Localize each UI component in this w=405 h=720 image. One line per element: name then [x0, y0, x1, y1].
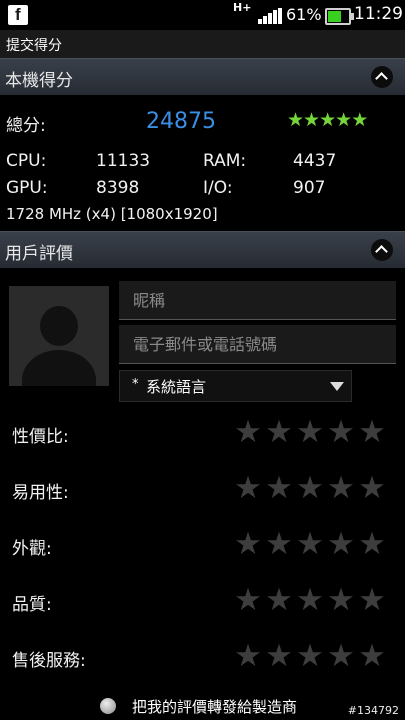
star-icon[interactable]: ★ — [263, 527, 294, 561]
battery-icon — [325, 8, 354, 25]
nickname-input[interactable] — [131, 285, 385, 315]
rating-label-value: 性價比: — [12, 427, 69, 447]
star-icon[interactable]: ★ — [232, 527, 263, 561]
star-icon: ★ — [287, 109, 304, 131]
star-icon[interactable]: ★ — [356, 639, 387, 673]
rating-label-quality: 品質: — [12, 595, 52, 615]
star-icon[interactable]: ★ — [294, 583, 325, 617]
star-icon[interactable]: ★ — [356, 471, 387, 505]
ram-label: RAM: — [203, 151, 247, 171]
rating-label-after-sales: 售後服務: — [12, 651, 86, 671]
signal-icon — [258, 8, 282, 24]
star-icon[interactable]: ★ — [294, 527, 325, 561]
gpu-label: GPU: — [6, 178, 48, 198]
ram-value: 4437 — [293, 151, 337, 171]
clock: 11:29 — [354, 4, 403, 24]
score-panel: 總分: 24875 ★★★★★ CPU: 11133 RAM: 4437 GPU… — [0, 95, 405, 231]
rating-after-sales[interactable]: ★ ★ ★ ★ ★ — [232, 639, 387, 673]
nickname-field[interactable] — [119, 281, 396, 320]
required-marker: * — [132, 377, 139, 392]
rating-appearance[interactable]: ★ ★ ★ ★ ★ — [232, 527, 387, 561]
star-icon: ★ — [351, 109, 368, 131]
gpu-value: 8398 — [96, 178, 140, 198]
status-bar: f H+ 61% 11:29 — [0, 0, 405, 30]
image-id-watermark: #134792 — [347, 704, 399, 717]
star-icon[interactable]: ★ — [263, 471, 294, 505]
contact-input[interactable] — [131, 329, 385, 359]
cpu-label: CPU: — [6, 151, 47, 171]
facebook-icon: f — [8, 5, 28, 25]
language-select[interactable]: * 系統語言 — [119, 370, 352, 402]
forward-radio[interactable] — [100, 698, 116, 714]
star-icon[interactable]: ★ — [263, 583, 294, 617]
star-icon[interactable]: ★ — [356, 415, 387, 449]
title-bar: 提交得分 — [0, 30, 405, 59]
total-score: 24875 — [146, 109, 216, 134]
star-icon[interactable]: ★ — [356, 583, 387, 617]
review-section-header[interactable]: 用戶評價 — [0, 231, 405, 269]
star-icon[interactable]: ★ — [232, 415, 263, 449]
star-icon[interactable]: ★ — [263, 639, 294, 673]
score-section-title: 本機得分 — [5, 71, 73, 91]
star-icon: ★ — [319, 109, 336, 131]
cpu-value: 11133 — [96, 151, 151, 171]
star-icon: ★ — [335, 109, 352, 131]
star-icon[interactable]: ★ — [232, 639, 263, 673]
forward-label: 把我的評價轉發給製造商 — [132, 698, 298, 716]
rating-label-usability: 易用性: — [12, 483, 69, 503]
collapse-score-icon[interactable] — [371, 66, 393, 88]
network-type: H+ — [233, 1, 252, 14]
total-label: 總分: — [6, 116, 46, 136]
io-value: 907 — [293, 178, 326, 198]
star-icon: ★ — [303, 109, 320, 131]
avatar[interactable] — [9, 286, 109, 386]
star-icon[interactable]: ★ — [325, 527, 356, 561]
star-icon[interactable]: ★ — [263, 415, 294, 449]
star-icon[interactable]: ★ — [232, 583, 263, 617]
star-icon[interactable]: ★ — [232, 471, 263, 505]
rating-label-appearance: 外觀: — [12, 539, 52, 559]
rating-quality[interactable]: ★ ★ ★ ★ ★ — [232, 583, 387, 617]
language-value: 系統語言 — [146, 378, 207, 396]
rating-usability[interactable]: ★ ★ ★ ★ ★ — [232, 471, 387, 505]
star-icon[interactable]: ★ — [325, 471, 356, 505]
score-star-rating: ★★★★★ — [287, 109, 368, 131]
collapse-review-icon[interactable] — [371, 239, 393, 261]
star-icon[interactable]: ★ — [294, 471, 325, 505]
dropdown-arrow-icon — [330, 382, 344, 391]
rating-value-for-money[interactable]: ★ ★ ★ ★ ★ — [232, 415, 387, 449]
device-spec: 1728 MHz (x4) [1080x1920] — [6, 205, 218, 223]
star-icon[interactable]: ★ — [325, 415, 356, 449]
review-panel: * 系統語言 性價比: ★★★★★ 易用性: ★★★★★ 外觀: ★★★★★ 品… — [0, 268, 405, 720]
star-icon[interactable]: ★ — [325, 583, 356, 617]
io-label: I/O: — [203, 178, 233, 198]
review-section-title: 用戶評價 — [5, 244, 73, 264]
score-section-header[interactable]: 本機得分 — [0, 58, 405, 96]
star-icon[interactable]: ★ — [356, 527, 387, 561]
star-icon[interactable]: ★ — [294, 639, 325, 673]
contact-field[interactable] — [119, 325, 396, 364]
star-icon[interactable]: ★ — [294, 415, 325, 449]
star-icon[interactable]: ★ — [325, 639, 356, 673]
battery-percent: 61% — [286, 5, 322, 24]
page-title: 提交得分 — [6, 38, 62, 54]
